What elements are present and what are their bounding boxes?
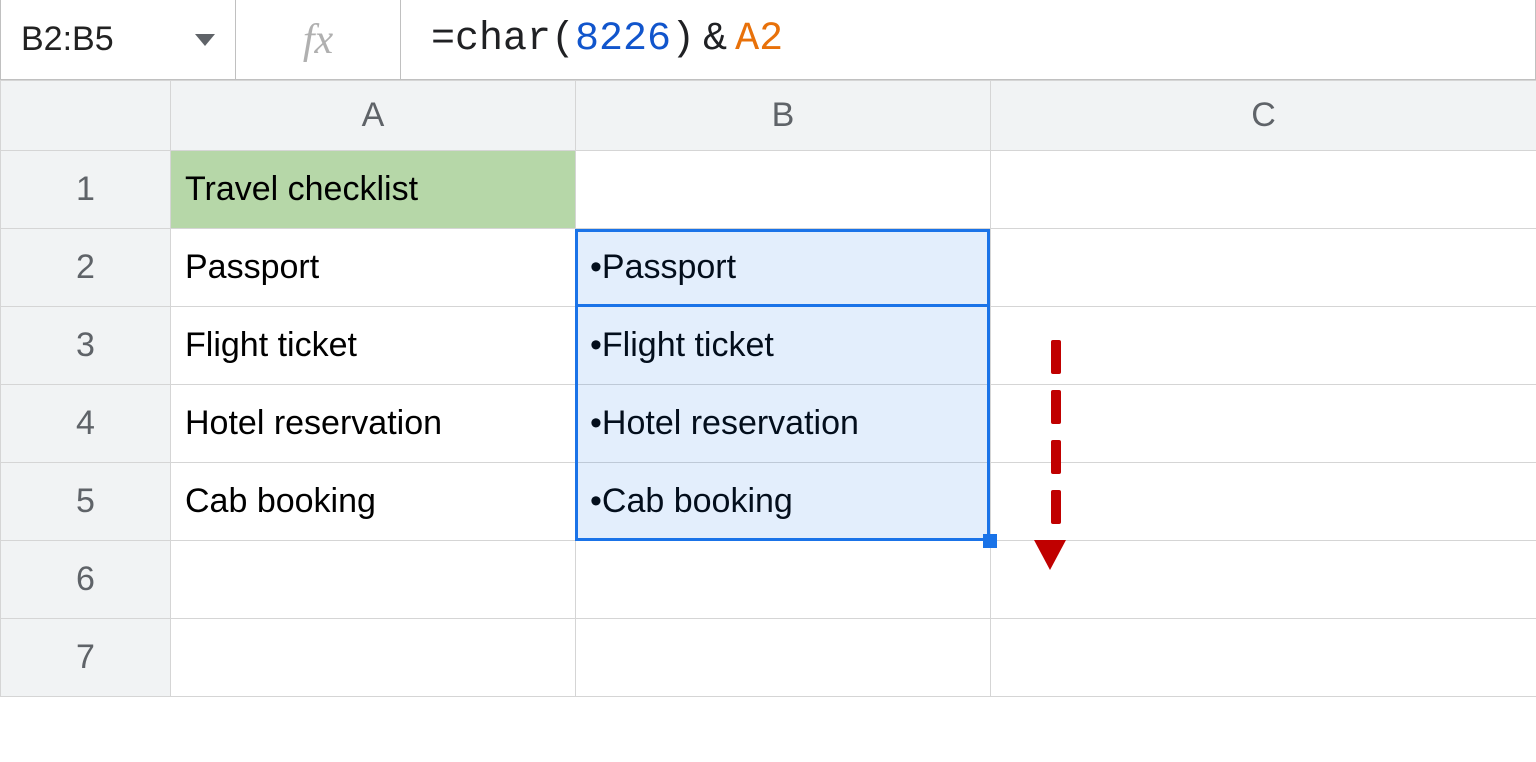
cell-B2[interactable]: •Passport: [576, 229, 991, 307]
cell-B6[interactable]: [576, 541, 991, 619]
cell-A2[interactable]: Passport: [171, 229, 576, 307]
cell-A4[interactable]: Hotel reservation: [171, 385, 576, 463]
select-all-corner[interactable]: [1, 81, 171, 151]
cell-B1[interactable]: [576, 151, 991, 229]
row-header-4[interactable]: 4: [1, 385, 171, 463]
cell-C4[interactable]: [991, 385, 1536, 463]
fx-button[interactable]: fx: [236, 0, 401, 79]
formula-open: (: [551, 17, 575, 62]
cell-A5[interactable]: Cab booking: [171, 463, 576, 541]
cell-B3[interactable]: •Flight ticket: [576, 307, 991, 385]
cell-A3[interactable]: Flight ticket: [171, 307, 576, 385]
cell-B5[interactable]: •Cab booking: [576, 463, 991, 541]
cell-C1[interactable]: [991, 151, 1536, 229]
cell-C6[interactable]: [991, 541, 1536, 619]
formula-num: 8226: [575, 17, 671, 62]
row-header-6[interactable]: 6: [1, 541, 171, 619]
formula-eq: =: [431, 17, 455, 62]
fill-handle[interactable]: [983, 534, 997, 548]
cell-B4[interactable]: •Hotel reservation: [576, 385, 991, 463]
formula-bar: B2:B5 fx = char ( 8226 ) & A2: [0, 0, 1536, 80]
row-header-2[interactable]: 2: [1, 229, 171, 307]
row-header-5[interactable]: 5: [1, 463, 171, 541]
column-header-C[interactable]: C: [991, 81, 1536, 151]
column-header-B[interactable]: B: [576, 81, 991, 151]
formula-amp: &: [695, 17, 735, 62]
name-box-value: B2:B5: [21, 20, 114, 59]
cell-A1[interactable]: Travel checklist: [171, 151, 576, 229]
row-header-7[interactable]: 7: [1, 619, 171, 697]
cell-C3[interactable]: [991, 307, 1536, 385]
row-header-3[interactable]: 3: [1, 307, 171, 385]
cell-B7[interactable]: [576, 619, 991, 697]
cell-C5[interactable]: [991, 463, 1536, 541]
cell-A7[interactable]: [171, 619, 576, 697]
formula-ref: A2: [735, 17, 783, 62]
formula-close: ): [671, 17, 695, 62]
cell-C2[interactable]: [991, 229, 1536, 307]
cell-C7[interactable]: [991, 619, 1536, 697]
fx-icon: fx: [303, 16, 333, 64]
name-box[interactable]: B2:B5: [1, 0, 236, 79]
formula-func: char: [455, 17, 551, 62]
column-header-A[interactable]: A: [171, 81, 576, 151]
row-header-1[interactable]: 1: [1, 151, 171, 229]
cell-A6[interactable]: [171, 541, 576, 619]
chevron-down-icon[interactable]: [195, 34, 215, 46]
formula-input[interactable]: = char ( 8226 ) & A2: [401, 0, 1535, 79]
spreadsheet-grid[interactable]: A B C 1 Travel checklist 2 Passport •Pas…: [0, 80, 1536, 762]
